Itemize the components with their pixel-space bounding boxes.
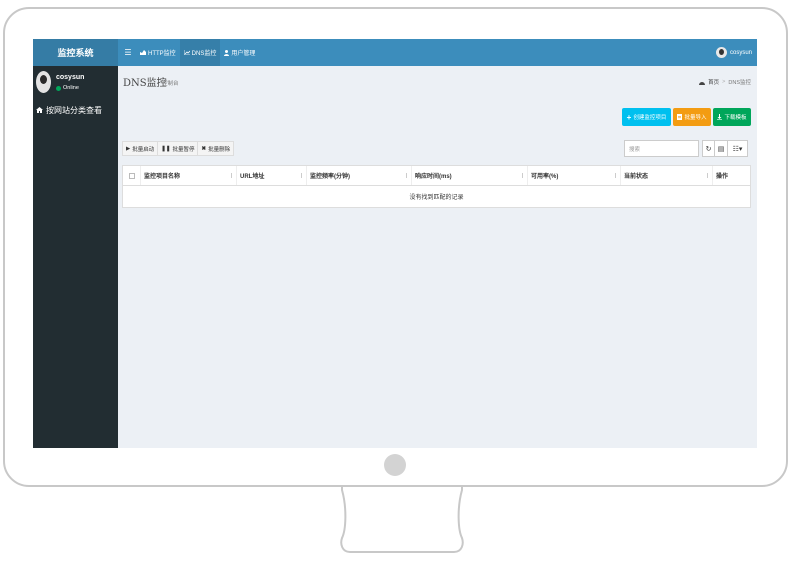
- page-title: DNS监控: [123, 78, 167, 89]
- download-template-button[interactable]: 下载模板: [713, 108, 751, 126]
- file-icon: [677, 114, 683, 120]
- batch-delete-label: 批量删除: [208, 146, 231, 153]
- brand-logo[interactable]: 监控系统: [33, 39, 118, 66]
- chart-area-icon: [140, 50, 146, 55]
- plus-icon: +: [626, 112, 632, 122]
- user-status-label: Online: [63, 85, 79, 91]
- download-icon: [717, 114, 723, 120]
- batch-delete-button[interactable]: ✖ 批量删除: [198, 141, 235, 156]
- home-icon: [36, 107, 43, 113]
- refresh-icon[interactable]: ↻: [702, 140, 715, 157]
- sidebar: cosysun Online 按网站分类查看: [33, 66, 118, 448]
- table-tools: ↻ ▤ ☷▾: [702, 140, 748, 157]
- sidebar-toggle-icon[interactable]: ☰: [122, 39, 134, 66]
- column-header-status[interactable]: 当前状态: [620, 166, 712, 185]
- batch-import-button[interactable]: 批量导入: [673, 108, 711, 126]
- breadcrumb-home[interactable]: 首页: [708, 78, 719, 86]
- column-header-name[interactable]: 监控项目名称: [140, 166, 236, 185]
- select-all-checkbox[interactable]: [129, 172, 135, 179]
- user-name: cosysun: [56, 74, 85, 81]
- nav-user-management[interactable]: 用户管理: [220, 39, 259, 66]
- nav-user-label: 用户管理: [231, 51, 256, 57]
- column-header-frequency[interactable]: 监控频率(分钟): [306, 166, 411, 185]
- play-icon: ▶: [126, 145, 131, 152]
- breadcrumb-separator: >: [722, 79, 726, 85]
- column-header-url[interactable]: URL地址: [236, 166, 306, 185]
- dashboard-icon: [699, 81, 706, 85]
- select-all-cell: [123, 166, 140, 185]
- action-buttons: + 创建监控项目 批量导入 下载模板: [622, 108, 751, 126]
- create-monitor-label: 创建监控项目: [633, 115, 667, 121]
- power-button: [384, 454, 406, 476]
- nav-dns-label: DNS监控: [191, 51, 217, 57]
- sidebar-item-site-category[interactable]: 按网站分类查看: [33, 103, 118, 117]
- user-menu[interactable]: cosysun: [715, 39, 752, 66]
- batch-import-label: 批量导入: [684, 115, 707, 121]
- page-subtitle: 控制台: [162, 81, 179, 87]
- nav-http-label: HTTP监控: [148, 51, 176, 57]
- table-empty-message: 没有找到匹配的记录: [409, 195, 464, 201]
- online-dot-icon: [56, 85, 61, 91]
- toggle-view-icon[interactable]: ▤: [715, 140, 728, 157]
- user-panel: cosysun Online: [33, 66, 118, 99]
- column-header-availability[interactable]: 可用率(%): [527, 166, 620, 185]
- sidebar-item-label: 按网站分类查看: [46, 105, 102, 115]
- table-header: 监控项目名称 URL地址 监控频率(分钟) 响应时间(ms) 可用率(%) 当前…: [123, 166, 750, 186]
- top-nav: HTTP监控 DNS监控 用户管理: [136, 39, 259, 66]
- user-icon: [224, 49, 230, 56]
- search-input[interactable]: 搜索: [624, 140, 699, 157]
- nav-dns-monitor[interactable]: DNS监控: [179, 39, 221, 66]
- create-monitor-button[interactable]: + 创建监控项目: [622, 108, 671, 126]
- content-header: DNS监控 控制台 首页 > DNS监控: [118, 66, 757, 96]
- pause-icon: ❚❚: [161, 145, 171, 152]
- avatar: [715, 47, 727, 58]
- app-screen: 监控系统 ☰ HTTP监控 DNS监控 用户管理 cosysun cosysun: [33, 39, 757, 448]
- column-header-response[interactable]: 响应时间(ms): [411, 166, 527, 185]
- bulk-toolbar: ▶ 批量启动 ❚❚ 批量暂停 ✖ 批量删除: [122, 141, 235, 156]
- columns-icon[interactable]: ☷▾: [728, 140, 748, 157]
- breadcrumb: 首页 > DNS监控: [699, 78, 751, 86]
- monitor-stand: [340, 486, 464, 553]
- user-status: Online: [56, 85, 79, 91]
- user-menu-name: cosysun: [729, 49, 752, 56]
- column-header-actions: 操作: [712, 166, 750, 185]
- download-template-label: 下载模板: [724, 115, 747, 121]
- batch-pause-button[interactable]: ❚❚ 批量暂停: [158, 141, 199, 156]
- batch-start-button[interactable]: ▶ 批量启动: [122, 141, 159, 156]
- batch-start-label: 批量启动: [132, 146, 155, 153]
- batch-pause-label: 批量暂停: [172, 146, 195, 153]
- close-icon: ✖: [201, 145, 207, 152]
- top-navbar: ☰ HTTP监控 DNS监控 用户管理 cosysun: [118, 39, 757, 66]
- avatar: [36, 71, 51, 93]
- nav-http-monitor[interactable]: HTTP监控: [136, 39, 180, 66]
- chart-line-icon: [183, 50, 190, 55]
- breadcrumb-current: DNS监控: [728, 80, 751, 86]
- monitor-table: 监控项目名称 URL地址 监控频率(分钟) 响应时间(ms) 可用率(%) 当前…: [122, 165, 751, 208]
